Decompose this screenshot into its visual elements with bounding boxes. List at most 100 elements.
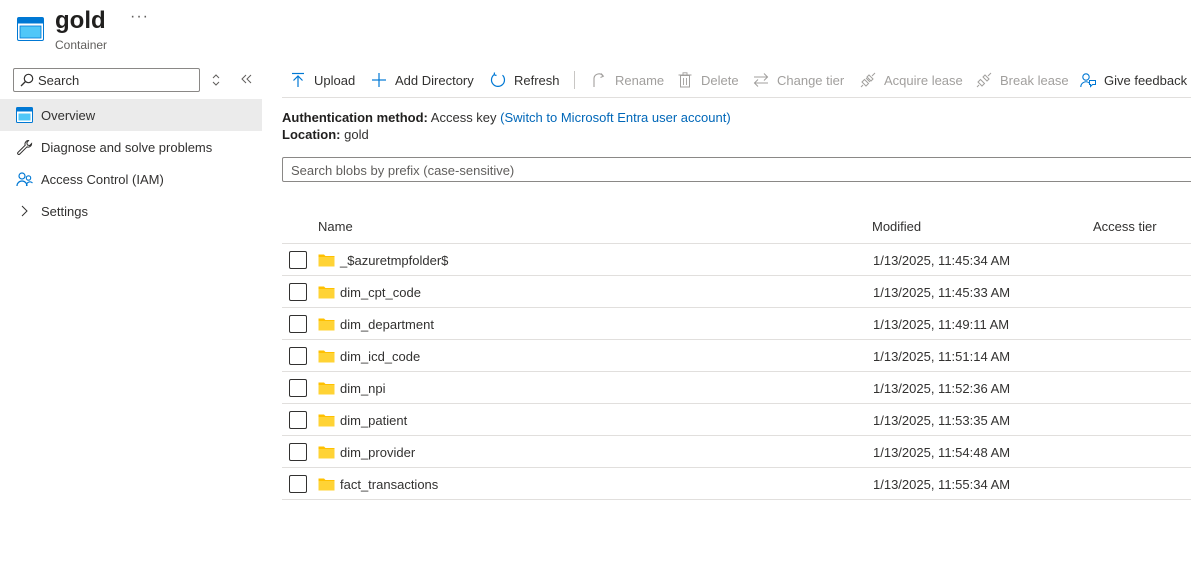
table-body: _$azuretmpfolder$ 1/13/2025, 11:45:34 AM d…: [282, 244, 1191, 500]
sidebar: Overview Diagnose and solve problems Acc…: [0, 60, 262, 569]
toolbar-divider: [574, 71, 575, 89]
rename-icon: [593, 73, 605, 87]
switch-auth-link[interactable]: (Switch to Microsoft Entra user account): [500, 110, 730, 125]
container-icon: [16, 107, 33, 123]
table-row[interactable]: dim_provider 1/13/2025, 11:54:48 AM: [282, 436, 1191, 468]
acquire-lease-icon: [860, 72, 876, 88]
auth-method-value: Access key: [430, 110, 497, 125]
break-lease-icon: [976, 72, 992, 88]
search-icon: [20, 73, 34, 87]
table-row[interactable]: dim_department 1/13/2025, 11:49:11 AM: [282, 308, 1191, 340]
table-row[interactable]: fact_transactions 1/13/2025, 11:55:34 AM: [282, 468, 1191, 500]
auth-method-line: Authentication method: Access key (Switc…: [282, 110, 731, 125]
refresh-button[interactable]: Refresh: [490, 69, 560, 91]
container-icon: [17, 17, 44, 41]
upload-icon: [292, 72, 304, 87]
page-subtitle: Container: [55, 38, 108, 52]
feedback-icon: [1080, 73, 1096, 88]
table-row[interactable]: dim_cpt_code 1/13/2025, 11:45:33 AM: [282, 276, 1191, 308]
row-modified: 1/13/2025, 11:51:14 AM: [873, 349, 1011, 364]
swap-arrows-icon: [753, 73, 769, 87]
delete-label: Delete: [701, 72, 739, 88]
row-name-link[interactable]: dim_provider: [340, 445, 415, 460]
row-checkbox[interactable]: [289, 251, 307, 269]
column-header-modified[interactable]: Modified: [872, 219, 921, 234]
folder-icon: [318, 349, 335, 363]
row-name-link[interactable]: dim_npi: [340, 381, 386, 396]
sidebar-item-settings[interactable]: Settings: [0, 195, 262, 227]
row-checkbox[interactable]: [289, 475, 307, 493]
location-label: Location:: [282, 127, 341, 142]
row-name-link[interactable]: dim_icd_code: [340, 349, 420, 364]
row-checkbox[interactable]: [289, 315, 307, 333]
sidebar-search-box[interactable]: [13, 68, 200, 92]
acquire-lease-button[interactable]: Acquire lease: [860, 69, 963, 91]
table-row[interactable]: _$azuretmpfolder$ 1/13/2025, 11:45:34 AM: [282, 244, 1191, 276]
row-modified: 1/13/2025, 11:53:35 AM: [873, 413, 1011, 428]
row-name-link[interactable]: _$azuretmpfolder$: [340, 253, 448, 268]
blob-search-input[interactable]: [291, 161, 1171, 179]
command-bar: Upload Add Directory Refresh Rename Dele…: [282, 60, 1191, 98]
change-tier-button[interactable]: Change tier: [753, 69, 844, 91]
plus-icon: [372, 73, 386, 87]
table-row[interactable]: dim_icd_code 1/13/2025, 11:51:14 AM: [282, 340, 1191, 372]
sidebar-item-label: Diagnose and solve problems: [41, 140, 213, 155]
sidebar-item-label: Access Control (IAM): [41, 172, 164, 187]
row-name-link[interactable]: dim_patient: [340, 413, 407, 428]
expand-collapse-icon[interactable]: [211, 73, 221, 87]
column-header-access-tier[interactable]: Access tier: [1093, 219, 1157, 234]
sidebar-item-diagnose[interactable]: Diagnose and solve problems: [0, 131, 262, 163]
sidebar-item-access-control[interactable]: Access Control (IAM): [0, 163, 262, 195]
blob-search-box[interactable]: [282, 157, 1191, 182]
row-checkbox[interactable]: [289, 347, 307, 365]
row-name-link[interactable]: dim_cpt_code: [340, 285, 421, 300]
row-modified: 1/13/2025, 11:54:48 AM: [873, 445, 1011, 460]
page-header: gold ··· Container: [0, 0, 1191, 60]
page-title: gold: [55, 7, 106, 34]
location-value: gold: [344, 127, 369, 142]
row-name-link[interactable]: fact_transactions: [340, 477, 438, 492]
auth-method-label: Authentication method:: [282, 110, 428, 125]
sidebar-item-overview[interactable]: Overview: [0, 99, 262, 131]
change-tier-label: Change tier: [777, 72, 845, 88]
sidebar-search-input[interactable]: [38, 71, 196, 89]
table-row[interactable]: dim_patient 1/13/2025, 11:53:35 AM: [282, 404, 1191, 436]
collapse-sidebar-icon[interactable]: [240, 73, 252, 85]
rename-button[interactable]: Rename: [591, 69, 664, 91]
folder-icon: [318, 381, 335, 395]
row-modified: 1/13/2025, 11:52:36 AM: [873, 381, 1011, 396]
folder-icon: [318, 317, 335, 331]
folder-icon: [318, 253, 335, 267]
give-feedback-label: Give feedback: [1104, 72, 1188, 88]
acquire-lease-label: Acquire lease: [884, 72, 963, 88]
more-options-button[interactable]: ···: [130, 8, 149, 26]
row-checkbox[interactable]: [289, 379, 307, 397]
table-row[interactable]: dim_npi 1/13/2025, 11:52:36 AM: [282, 372, 1191, 404]
table-header: Name Modified Access tier: [282, 211, 1191, 244]
upload-label: Upload: [314, 72, 356, 88]
add-directory-button[interactable]: Add Directory: [371, 69, 474, 91]
row-modified: 1/13/2025, 11:55:34 AM: [873, 477, 1011, 492]
refresh-icon: [490, 72, 506, 87]
row-checkbox[interactable]: [289, 443, 307, 461]
blob-table: Name Modified Access tier _$azuretmpfold…: [282, 211, 1191, 500]
delete-button[interactable]: Delete: [677, 69, 739, 91]
row-name-link[interactable]: dim_department: [340, 317, 434, 332]
location-line: Location: gold: [282, 127, 369, 142]
give-feedback-button[interactable]: Give feedback: [1080, 69, 1187, 91]
folder-icon: [318, 413, 335, 427]
column-header-name[interactable]: Name: [318, 219, 353, 234]
row-modified: 1/13/2025, 11:45:34 AM: [873, 253, 1011, 268]
wrench-icon: [16, 139, 33, 155]
people-icon: [16, 171, 33, 187]
row-modified: 1/13/2025, 11:49:11 AM: [873, 317, 1010, 332]
row-checkbox[interactable]: [289, 411, 307, 429]
upload-button[interactable]: Upload: [290, 69, 355, 91]
folder-icon: [318, 445, 335, 459]
add-directory-label: Add Directory: [395, 72, 474, 88]
sidebar-item-label: Settings: [41, 204, 88, 219]
row-checkbox[interactable]: [289, 283, 307, 301]
break-lease-button[interactable]: Break lease: [976, 69, 1069, 91]
break-lease-label: Break lease: [1000, 72, 1069, 88]
folder-icon: [318, 477, 335, 491]
